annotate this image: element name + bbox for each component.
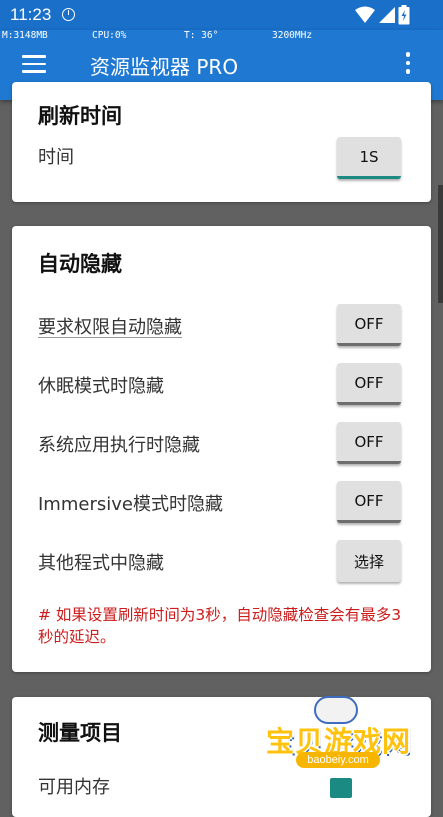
refresh-card-title: 刷新时间: [38, 104, 122, 128]
more-vert-icon[interactable]: [404, 52, 412, 78]
scrollbar-thumb[interactable]: [438, 185, 443, 303]
status-time: 11:23: [10, 5, 52, 24]
watermark-url: baobeiy.com: [296, 752, 380, 768]
sleep-mode-label: 休眠模式时隐藏: [38, 376, 164, 397]
immersive-mode-label: Immersive模式时隐藏: [38, 494, 223, 515]
overlay-cpu: CPU:0%: [92, 30, 127, 41]
refresh-time-button[interactable]: 1S: [337, 137, 401, 179]
require-permission-toggle[interactable]: OFF: [337, 304, 401, 346]
immersive-mode-toggle[interactable]: OFF: [337, 481, 401, 523]
refresh-time-card: 刷新时间 时间 1S: [12, 82, 431, 202]
wifi-icon: [355, 6, 375, 23]
overlay-temp: T: 36°: [184, 30, 219, 41]
auto-hide-card-title: 自动隐藏: [38, 252, 122, 276]
checkbox-checked-icon[interactable]: [330, 778, 352, 798]
auto-hide-note: # 如果设置刷新时间为3秒，自动隐藏检查会有最多3秒的延迟。: [38, 606, 402, 646]
auto-hide-card: 自动隐藏 要求权限自动隐藏 OFF 休眠模式时隐藏 OFF 系统应用执行时隐藏 …: [12, 226, 431, 672]
overlay-memory: M:3148MB: [2, 30, 48, 41]
status-bar: 11:23: [0, 0, 443, 30]
system-app-label: 系统应用执行时隐藏: [38, 435, 200, 456]
other-apps-label: 其他程式中隐藏: [38, 553, 164, 574]
refresh-time-label: 时间: [38, 147, 74, 168]
available-memory-label: 可用内存: [38, 777, 110, 798]
watermark-logo: 宝贝游戏网 baobeiy.com: [258, 696, 430, 778]
menu-icon[interactable]: [22, 55, 46, 73]
monitor-overlay: M:3148MB CPU:0% T: 36° 3200MHz: [0, 30, 443, 42]
other-apps-select-button[interactable]: 选择: [337, 540, 401, 582]
system-app-toggle[interactable]: OFF: [337, 422, 401, 464]
require-permission-label[interactable]: 要求权限自动隐藏: [38, 313, 182, 339]
app-title: 资源监视器 PRO: [90, 55, 239, 79]
clock-icon: [62, 8, 75, 21]
cell-signal-icon: [379, 7, 395, 23]
measure-card-title: 测量项目: [38, 721, 122, 745]
sleep-mode-toggle[interactable]: OFF: [337, 363, 401, 405]
overlay-freq: 3200MHz: [272, 30, 313, 41]
battery-icon: [398, 5, 410, 25]
